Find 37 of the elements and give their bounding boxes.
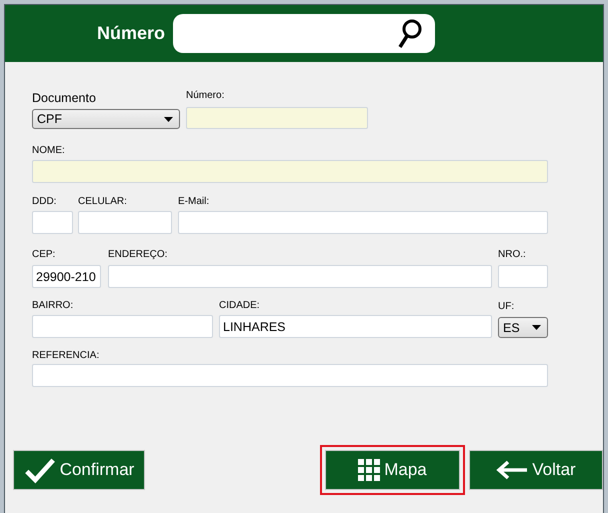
check-icon (24, 456, 56, 484)
field-label: CEP: (32, 249, 56, 260)
caret-icon (532, 325, 541, 330)
field-label: REFERENCIA: (32, 350, 100, 361)
text-field[interactable] (32, 160, 548, 183)
text-field[interactable] (108, 265, 492, 288)
left-arrow-icon (496, 460, 528, 480)
field-label: UF: (498, 301, 514, 312)
field-label: BAIRRO: (32, 300, 74, 311)
back-button[interactable]: Voltar (469, 450, 603, 490)
field-label: NRO.: (498, 249, 526, 260)
field-label: DDD: (32, 196, 56, 207)
text-field[interactable]: 29900-210 (32, 265, 101, 288)
caret-icon (164, 116, 173, 122)
field-label: CIDADE: (219, 300, 260, 311)
field-label: E-Mail: (178, 196, 210, 207)
search-field[interactable] (173, 14, 436, 53)
field-label: Número: (186, 90, 224, 101)
field-label: CELULAR: (78, 196, 127, 207)
field-label: Documento (32, 91, 96, 105)
dropdown[interactable]: CPF (32, 109, 180, 129)
header-title: Número (97, 23, 166, 44)
text-field[interactable] (178, 211, 548, 234)
search-icon (397, 18, 424, 48)
text-field[interactable] (78, 211, 172, 234)
field-label: ENDEREÇO: (108, 249, 168, 260)
text-field[interactable] (32, 364, 548, 387)
map-button[interactable]: Mapa (325, 450, 460, 490)
field-label: NOME: (32, 145, 65, 156)
text-field[interactable] (32, 315, 213, 338)
dropdown[interactable]: ES (498, 317, 548, 338)
text-field[interactable] (186, 107, 368, 129)
confirm-button[interactable]: Confirmar (13, 450, 145, 490)
text-field[interactable] (498, 265, 548, 288)
text-field[interactable]: LINHARES (219, 315, 492, 338)
grid-icon (358, 459, 380, 481)
text-field[interactable] (32, 211, 73, 234)
